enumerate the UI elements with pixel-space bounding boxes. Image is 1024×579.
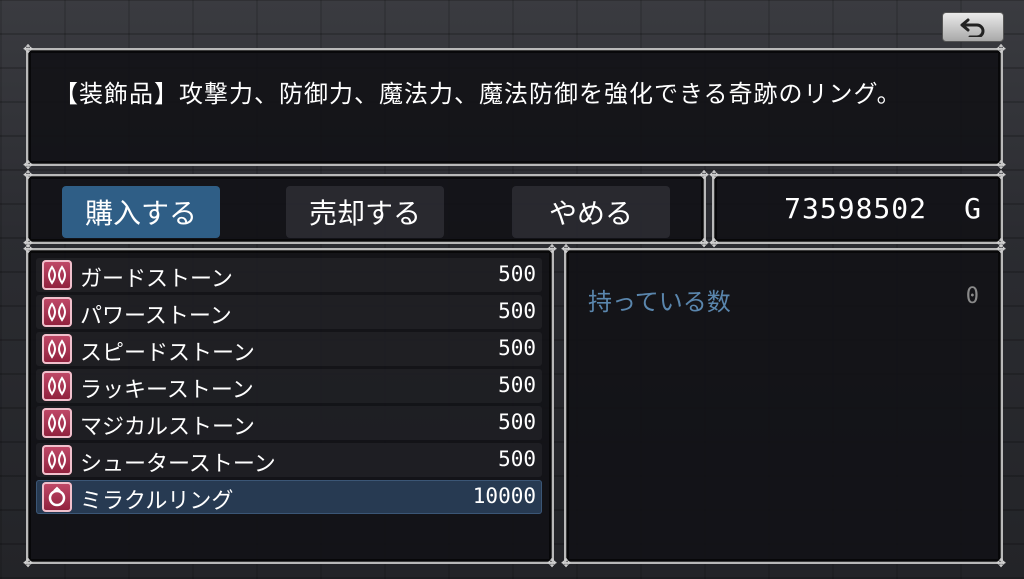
- stone-icon: [42, 445, 72, 475]
- frame-corner-ornament: ✥: [995, 42, 1007, 56]
- stone-icon: [42, 260, 72, 290]
- gold-window: ✥ ✥ ✥ ✥ 73598502 G: [709, 169, 1006, 249]
- item-name: マジカルストーン: [80, 415, 255, 440]
- item-name: ガードストーン: [80, 267, 233, 292]
- item-row-lucky-stone[interactable]: ラッキーストーン 500: [36, 369, 542, 403]
- frame-corner-ornament: ✥: [995, 242, 1007, 256]
- return-arrow-icon: [960, 18, 985, 37]
- item-row-miracle-ring[interactable]: ミラクルリング 10000: [36, 480, 542, 514]
- item-name: パワーストーン: [80, 304, 232, 329]
- gold-unit: G: [964, 192, 981, 225]
- back-button[interactable]: [942, 12, 1004, 42]
- frame-corner-ornament: ✥: [560, 242, 572, 256]
- cancel-command[interactable]: やめる: [512, 186, 670, 238]
- shop-command-window: ✥ ✥ ✥ ✥ 購入する 売却する やめる: [23, 169, 709, 249]
- item-row-shooter-stone[interactable]: シューターストーン 500: [36, 443, 542, 477]
- possession-label: 持っている数: [588, 288, 731, 316]
- item-name: ミラクルリング: [80, 489, 234, 514]
- ring-icon: [42, 482, 72, 512]
- item-status-window: ✥ ✥ ✥ ✥ 持っている数 0: [561, 243, 1006, 569]
- sell-command[interactable]: 売却する: [286, 186, 444, 238]
- item-row-magical-stone[interactable]: マジカルストーン 500: [36, 406, 542, 440]
- frame-corner-ornament: ✥: [560, 556, 572, 570]
- item-row-speed-stone[interactable]: スピードストーン 500: [36, 332, 542, 366]
- item-price: 500: [498, 299, 536, 323]
- item-name: ラッキーストーン: [80, 378, 254, 403]
- item-price: 500: [498, 336, 536, 360]
- frame-corner-ornament: ✥: [22, 556, 34, 570]
- stone-icon: [42, 334, 72, 364]
- stone-icon: [42, 408, 72, 438]
- stone-icon: [42, 297, 72, 327]
- item-price: 500: [498, 262, 536, 286]
- frame-corner-ornament: ✥: [708, 168, 720, 182]
- gold-amount: 73598502: [784, 192, 927, 225]
- item-row-power-stone[interactable]: パワーストーン 500: [36, 295, 542, 329]
- frame-corner-ornament: ✥: [995, 556, 1007, 570]
- item-name: スピードストーン: [80, 341, 255, 366]
- item-row-guard-stone[interactable]: ガードストーン 500: [36, 258, 542, 292]
- help-window: ✥ ✥ ✥ ✥ 【装飾品】攻撃力、防御力、魔法力、魔法防御を強化できる奇跡のリン…: [23, 43, 1006, 171]
- item-price: 10000: [472, 484, 536, 508]
- item-price: 500: [498, 373, 536, 397]
- frame-corner-ornament: ✥: [22, 42, 34, 56]
- frame-corner-ornament: ✥: [995, 168, 1007, 182]
- frame-corner-ornament: ✥: [546, 242, 558, 256]
- frame-corner-ornament: ✥: [22, 242, 34, 256]
- item-price: 500: [498, 410, 536, 434]
- stone-icon: [42, 371, 72, 401]
- frame-corner-ornament: ✥: [22, 168, 34, 182]
- shop-item-list: ✥ ✥ ✥ ✥ ガードストーン 500 パワーストーン 500 スピードストーン…: [23, 243, 557, 569]
- item-description: 【装飾品】攻撃力、防御力、魔法力、魔法防御を強化できる奇跡のリング。: [54, 80, 902, 108]
- frame-corner-ornament: ✥: [546, 556, 558, 570]
- buy-command[interactable]: 購入する: [62, 186, 220, 238]
- item-name: シューターストーン: [80, 452, 276, 477]
- item-price: 500: [498, 447, 536, 471]
- possession-count: 0: [965, 284, 979, 309]
